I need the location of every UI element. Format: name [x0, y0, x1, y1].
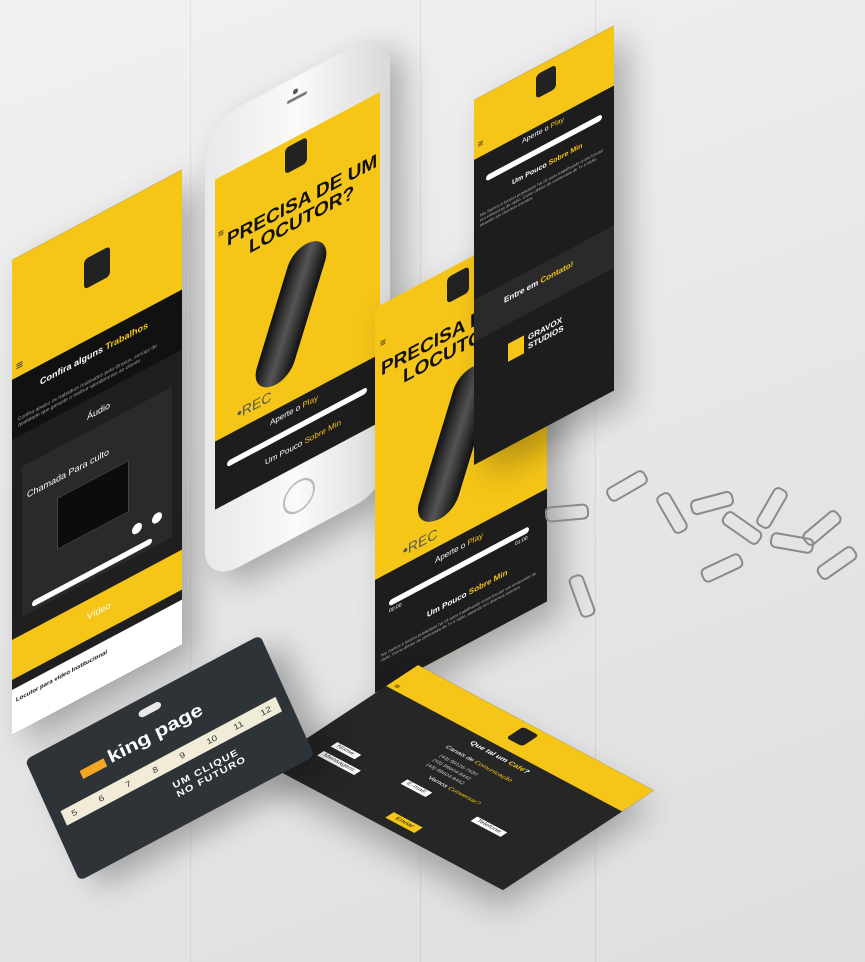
ruler-number: 6 — [96, 793, 106, 804]
footer-logo-text: GRAVOX STUDIOS — [528, 315, 564, 352]
phone-device: ≡ PRECISA DE UM LOCUTOR? •REC Aperte o Pl… — [205, 26, 390, 586]
about-body: Nio Santos é locutor publicitário há 15 … — [480, 147, 604, 228]
menu-icon[interactable]: ≡ — [218, 227, 224, 241]
paper-clip-image — [800, 507, 844, 549]
phone-screen: ≡ PRECISA DE UM LOCUTOR? •REC Aperte o Pl… — [215, 91, 380, 510]
screen-works: ≡ Confira alguns Trabalhos Confira abaix… — [12, 169, 182, 736]
microphone-image — [249, 238, 333, 391]
crown-icon — [79, 758, 108, 780]
phone-camera — [293, 87, 298, 96]
ruler-number: 12 — [258, 704, 273, 718]
logo-icon — [508, 335, 524, 362]
ruler-number: 11 — [231, 719, 245, 733]
paper-clip-image — [814, 543, 860, 583]
paper-clip-image — [603, 468, 651, 504]
paper-clip-image — [544, 503, 590, 523]
paper-clip-image — [566, 572, 598, 620]
ruler-number: 7 — [123, 778, 133, 790]
submit-button[interactable]: Enviar — [385, 812, 423, 834]
hang-hole — [137, 700, 163, 719]
phone-field[interactable]: Telefone: — [470, 816, 508, 838]
audio-label: Áudio — [87, 399, 111, 423]
menu-icon[interactable]: ≡ — [380, 336, 386, 350]
paper-clip-image — [754, 484, 790, 532]
ruler-number: 5 — [69, 807, 79, 819]
phone-speaker — [287, 90, 307, 105]
logo-icon — [447, 266, 469, 304]
logo-icon — [285, 136, 307, 175]
email-field[interactable]: E-mail: — [400, 779, 432, 797]
screen-about: ≡ Aperte o Play Um Pouco Sobre Min Nio S… — [474, 25, 614, 466]
home-button[interactable] — [283, 471, 315, 521]
ruler-number: 10 — [204, 733, 219, 747]
paper-clip-image — [654, 489, 690, 537]
ruler-number: 8 — [150, 764, 160, 776]
paper-clip-image — [698, 551, 746, 585]
ruler-number: 9 — [177, 750, 187, 761]
